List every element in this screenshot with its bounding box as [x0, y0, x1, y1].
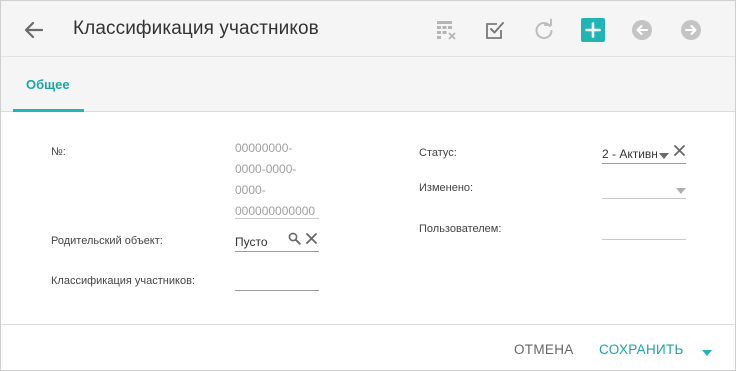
status-select[interactable]: 2 - Активн — [602, 147, 657, 161]
user-label: Пользователем: — [419, 223, 502, 235]
add-icon[interactable] — [581, 18, 605, 42]
number-underline — [235, 218, 319, 219]
parent-object-underline — [235, 251, 319, 252]
refresh-icon[interactable] — [532, 18, 556, 42]
clear-parent-icon[interactable] — [305, 232, 318, 250]
page-title: Классификация участников — [73, 18, 319, 39]
changed-field[interactable] — [602, 182, 672, 196]
next-icon[interactable] — [679, 18, 703, 42]
tab-general[interactable]: Общее — [13, 57, 84, 112]
dialog-window: Классификация участников Общее №: 000000… — [0, 0, 736, 371]
clear-status-icon[interactable] — [673, 144, 686, 162]
footer-bar: ОТМЕНА СОХРАНИТЬ — [1, 324, 735, 370]
parent-object-field[interactable]: Пусто — [235, 235, 268, 249]
changed-label: Изменено: — [419, 182, 474, 194]
number-value-line: 0000-0000- — [235, 162, 297, 176]
number-label: №: — [51, 146, 66, 158]
classification-field[interactable] — [235, 275, 319, 289]
classification-underline — [235, 290, 319, 291]
previous-icon[interactable] — [630, 18, 654, 42]
number-value-line: 0000- — [235, 183, 266, 197]
chevron-down-icon[interactable] — [701, 345, 713, 363]
tab-bar: Общее — [1, 57, 735, 112]
classification-label: Классификация участников: — [51, 275, 195, 287]
cancel-button[interactable]: ОТМЕНА — [514, 342, 574, 357]
grid-clear-icon[interactable] — [434, 18, 458, 42]
parent-object-label: Родительский объект: — [51, 235, 163, 247]
user-underline — [602, 239, 686, 240]
save-button[interactable]: СОХРАНИТЬ — [599, 342, 684, 357]
checkbox-check-icon[interactable] — [483, 18, 507, 42]
changed-underline — [602, 198, 686, 199]
number-value-line: 00000000- — [235, 141, 293, 155]
user-field — [602, 223, 686, 237]
status-underline — [602, 163, 686, 164]
number-value: 00000000- 0000-0000- 0000- 000000000000 — [235, 138, 315, 222]
header-bar: Классификация участников — [1, 1, 735, 57]
tab-general-label: Общее — [26, 77, 70, 92]
status-label: Статус: — [419, 147, 457, 159]
back-arrow-icon[interactable] — [21, 17, 47, 43]
search-icon[interactable] — [288, 232, 301, 250]
